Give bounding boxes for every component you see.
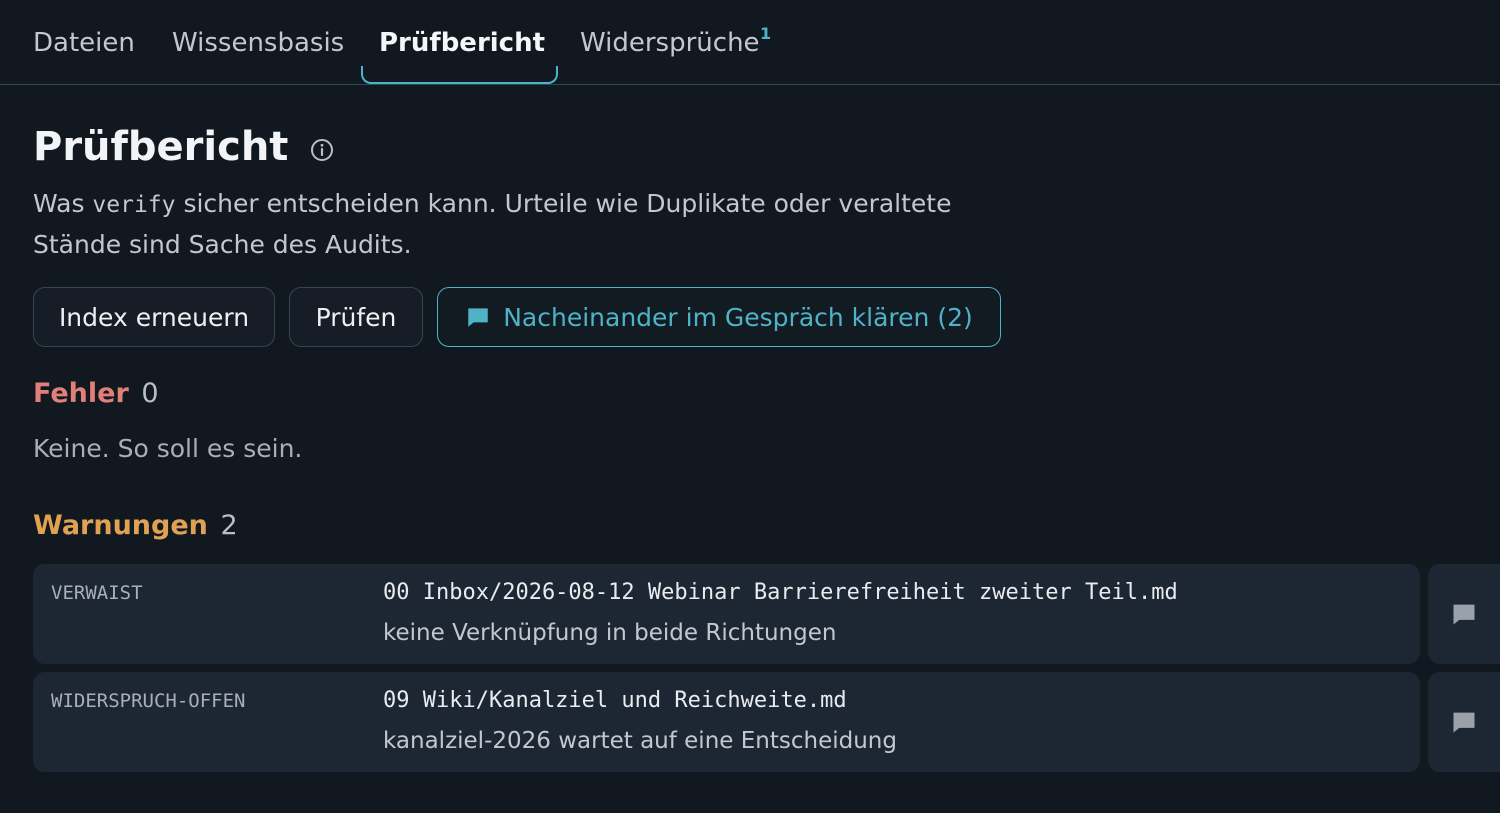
tab-dateien[interactable]: Dateien bbox=[33, 0, 135, 84]
reindex-button[interactable]: Index erneuern bbox=[33, 287, 275, 347]
page-title: Prüfbericht bbox=[33, 124, 289, 170]
warning-row: VERWAIST 00 Inbox/2026-08-12 Webinar Bar… bbox=[33, 564, 1420, 664]
discuss-warning-button[interactable] bbox=[1428, 564, 1500, 664]
warning-file-path[interactable]: 09 Wiki/Kanalziel und Reichweite.md bbox=[383, 688, 847, 713]
warning-message: kanalziel-2026 wartet auf eine Entscheid… bbox=[383, 728, 897, 754]
discuss-button-label: Nacheinander im Gespräch klären (2) bbox=[503, 302, 973, 332]
active-tab-indicator bbox=[361, 66, 558, 84]
tab-widersprueche[interactable]: Widersprüche bbox=[580, 0, 760, 84]
discuss-sequentially-button[interactable]: Nacheinander im Gespräch klären (2) bbox=[437, 287, 1001, 347]
widersprueche-count-badge: 1 bbox=[760, 24, 772, 43]
warning-message: keine Verknüpfung in beide Richtungen bbox=[383, 620, 837, 646]
warnings-heading: Warnungen 2 bbox=[33, 510, 238, 541]
verify-button[interactable]: Prüfen bbox=[289, 287, 423, 347]
errors-count: 0 bbox=[141, 378, 159, 409]
errors-label: Fehler bbox=[33, 378, 129, 409]
chat-bubble-icon bbox=[468, 308, 488, 327]
tab-wissensbasis[interactable]: Wissensbasis bbox=[172, 0, 344, 84]
warnings-label: Warnungen bbox=[33, 510, 208, 541]
warning-code: WIDERSPRUCH-OFFEN bbox=[51, 690, 246, 712]
info-circle-icon[interactable] bbox=[310, 138, 334, 162]
tab-bar: Dateien Wissensbasis Prüfbericht Widersp… bbox=[0, 0, 1500, 85]
warnings-count: 2 bbox=[220, 510, 238, 541]
chat-bubble-icon bbox=[1453, 712, 1475, 733]
chat-bubble-icon bbox=[1453, 604, 1475, 625]
verify-code: verify bbox=[92, 192, 176, 218]
warning-code: VERWAIST bbox=[51, 582, 143, 604]
page-description: Was verify sicher entscheiden kann. Urte… bbox=[33, 189, 952, 259]
errors-heading: Fehler 0 bbox=[33, 378, 159, 409]
errors-empty-message: Keine. So soll es sein. bbox=[33, 434, 303, 463]
warning-file-path[interactable]: 00 Inbox/2026-08-12 Webinar Barrierefrei… bbox=[383, 580, 1178, 605]
warning-row: WIDERSPRUCH-OFFEN 09 Wiki/Kanalziel und … bbox=[33, 672, 1420, 772]
discuss-warning-button[interactable] bbox=[1428, 672, 1500, 772]
